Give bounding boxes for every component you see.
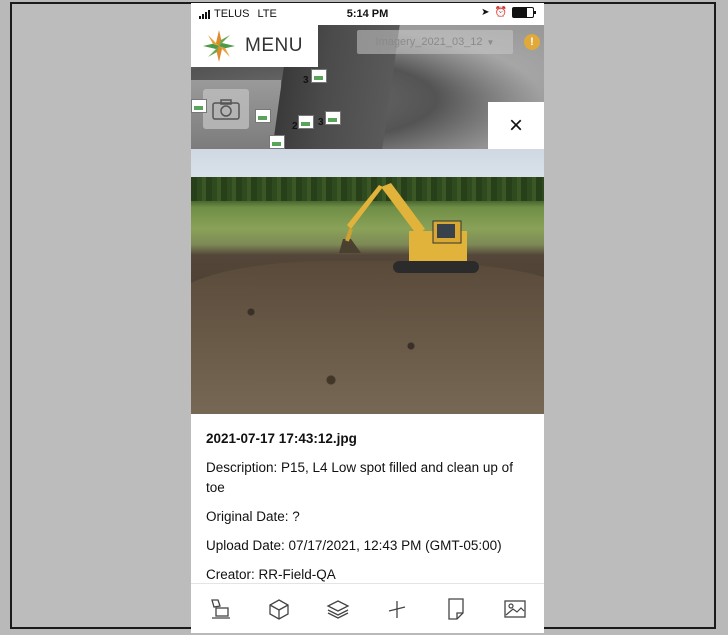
- photo-description: Description: P15, L4 Low spot filled and…: [206, 460, 513, 495]
- chevron-down-icon: ▼: [486, 37, 495, 47]
- measure-icon[interactable]: [384, 596, 410, 622]
- photo-creator: Creator: RR-Field-QA: [206, 567, 336, 582]
- status-bar: TELUS LTE 5:14 PM ➤ ⏰: [191, 3, 544, 25]
- layers-icon[interactable]: [325, 596, 351, 622]
- camera-button[interactable]: [203, 89, 249, 129]
- bottom-toolbar: [191, 583, 544, 633]
- app-logo-icon: [203, 30, 235, 62]
- excavator-image: [339, 183, 479, 273]
- imagery-dropdown-value: Imagery_2021_03_12: [375, 36, 483, 48]
- photo-marker-icon[interactable]: [255, 109, 271, 123]
- photo-marker-count: 3: [318, 117, 324, 128]
- cube-icon[interactable]: [266, 596, 292, 622]
- camera-icon: [212, 99, 240, 120]
- close-button[interactable]: ×: [488, 102, 544, 149]
- photo-original-date: Original Date: ?: [206, 509, 300, 524]
- location-arrow-icon: ➤: [481, 7, 490, 18]
- note-icon[interactable]: [443, 596, 469, 622]
- photo-marker-icon[interactable]: [325, 111, 341, 125]
- menu-button[interactable]: MENU: [191, 25, 318, 67]
- photo-marker-count: 3: [303, 75, 309, 86]
- battery-icon: [512, 7, 536, 18]
- photo-marker-icon[interactable]: [298, 115, 314, 129]
- photo-marker-icon[interactable]: [311, 69, 327, 83]
- image-icon[interactable]: [502, 596, 528, 622]
- photo-filename: 2021-07-17 17:43:12.jpg: [206, 431, 357, 446]
- photo-marker-count: 2: [292, 121, 298, 132]
- menu-label: MENU: [245, 35, 303, 56]
- survey-tool-icon[interactable]: [207, 596, 233, 622]
- imagery-dropdown[interactable]: Imagery_2021_03_12 ▼: [357, 30, 513, 54]
- alarm-icon: ⏰: [494, 7, 507, 18]
- photo-marker-icon[interactable]: [269, 135, 285, 149]
- warning-badge[interactable]: !: [524, 34, 540, 50]
- photo-marker-icon[interactable]: [191, 99, 207, 113]
- phone-screen: TELUS LTE 5:14 PM ➤ ⏰ MENU Imagery_2021_…: [191, 3, 544, 633]
- photo-soil: [191, 261, 544, 414]
- photo-upload-date: Upload Date: 07/17/2021, 12:43 PM (GMT-0…: [206, 538, 502, 553]
- photo-details: 2021-07-17 17:43:12.jpg Description: P15…: [206, 423, 531, 585]
- map-view[interactable]: MENU Imagery_2021_03_12 ▼ ! 3 2 3 ×: [191, 25, 544, 149]
- site-photo: [191, 149, 544, 414]
